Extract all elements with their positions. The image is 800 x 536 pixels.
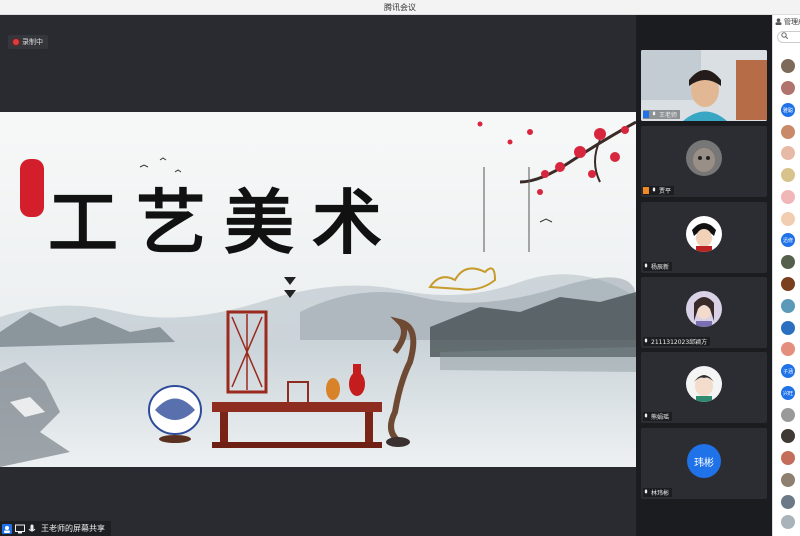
member-search-input[interactable] bbox=[777, 31, 800, 43]
mic-icon bbox=[644, 413, 648, 418]
member-avatar[interactable] bbox=[781, 321, 795, 335]
mic-icon bbox=[652, 111, 656, 116]
avatar bbox=[686, 291, 722, 327]
member-avatar[interactable] bbox=[781, 451, 795, 465]
mic-icon bbox=[28, 524, 38, 534]
avatar bbox=[686, 216, 722, 252]
svg-text:工艺美术: 工艺美术 bbox=[48, 181, 400, 264]
participant-tile[interactable]: 熊娟瑶 bbox=[641, 352, 767, 423]
participant-name: 林玮彬 bbox=[643, 488, 673, 497]
member-avatar[interactable] bbox=[781, 408, 795, 422]
presentation-slide: 工艺美术 bbox=[0, 112, 636, 467]
window-title: 腾讯会议 bbox=[384, 3, 416, 12]
participant-name: 杨辰新 bbox=[643, 262, 673, 271]
member-avatar[interactable] bbox=[781, 277, 795, 291]
participant-name: 贾平 bbox=[643, 186, 675, 195]
member-avatar[interactable] bbox=[781, 342, 795, 356]
member-avatar[interactable] bbox=[781, 255, 795, 269]
member-avatar[interactable] bbox=[781, 515, 795, 529]
mic-icon bbox=[644, 489, 648, 494]
member-avatar[interactable] bbox=[781, 125, 795, 139]
participant-tile[interactable]: 贾平 bbox=[641, 126, 767, 197]
person-icon bbox=[643, 111, 649, 118]
member-avatar[interactable] bbox=[781, 495, 795, 509]
participant-tiles: 王老师 贾平 杨辰新 2111312023邱颖方 熊娟瑶 玮彬 林玮彬 bbox=[636, 15, 772, 536]
participant-name: 熊娟瑶 bbox=[643, 412, 673, 421]
recording-label: 录制中 bbox=[22, 38, 43, 46]
avatar bbox=[686, 366, 722, 402]
member-avatar[interactable]: 雅聪 bbox=[781, 103, 795, 117]
person-icon bbox=[775, 17, 782, 27]
screen-share-label[interactable]: 王老师的屏幕共享 bbox=[0, 521, 111, 536]
member-avatar[interactable] bbox=[781, 81, 795, 95]
mic-icon bbox=[644, 263, 648, 268]
member-avatar[interactable] bbox=[781, 429, 795, 443]
search-icon bbox=[781, 32, 789, 40]
members-panel: 管理成员 雅聪 迅修 子涵 兴旺 bbox=[772, 15, 800, 536]
participant-name: 王老师 bbox=[643, 110, 681, 119]
participant-tile[interactable]: 杨辰新 bbox=[641, 202, 767, 273]
members-title: 管理成员 bbox=[784, 18, 800, 26]
shared-screen-area: 录制中 工艺美术 bbox=[0, 15, 636, 536]
avatar bbox=[686, 140, 722, 176]
person-icon bbox=[2, 523, 12, 534]
slide-artwork: 工艺美术 bbox=[0, 112, 636, 467]
member-avatar[interactable] bbox=[781, 299, 795, 313]
member-avatar[interactable]: 迅修 bbox=[781, 233, 795, 247]
title-bar: 腾讯会议 bbox=[0, 0, 800, 15]
recording-indicator[interactable]: 录制中 bbox=[8, 35, 48, 49]
participant-name: 2111312023邱颖方 bbox=[643, 337, 711, 346]
record-dot-icon bbox=[13, 39, 19, 45]
participant-tile[interactable]: 王老师 bbox=[641, 50, 767, 121]
members-header: 管理成员 bbox=[775, 17, 800, 27]
person-icon bbox=[643, 187, 649, 194]
member-avatar[interactable] bbox=[781, 168, 795, 182]
participant-tile[interactable]: 2111312023邱颖方 bbox=[641, 277, 767, 348]
mic-icon bbox=[652, 187, 656, 192]
member-avatar[interactable] bbox=[781, 473, 795, 487]
member-avatar[interactable]: 子涵 bbox=[781, 364, 795, 378]
member-avatar[interactable] bbox=[781, 59, 795, 73]
participant-tile[interactable]: 玮彬 林玮彬 bbox=[641, 428, 767, 499]
member-avatar[interactable]: 兴旺 bbox=[781, 386, 795, 400]
mic-icon bbox=[644, 338, 648, 343]
member-avatar[interactable] bbox=[781, 212, 795, 226]
member-avatar[interactable] bbox=[781, 146, 795, 160]
member-avatar[interactable] bbox=[781, 190, 795, 204]
share-owner-label: 王老师的屏幕共享 bbox=[41, 524, 105, 533]
screen-share-icon bbox=[15, 524, 25, 534]
avatar: 玮彬 bbox=[687, 444, 721, 478]
